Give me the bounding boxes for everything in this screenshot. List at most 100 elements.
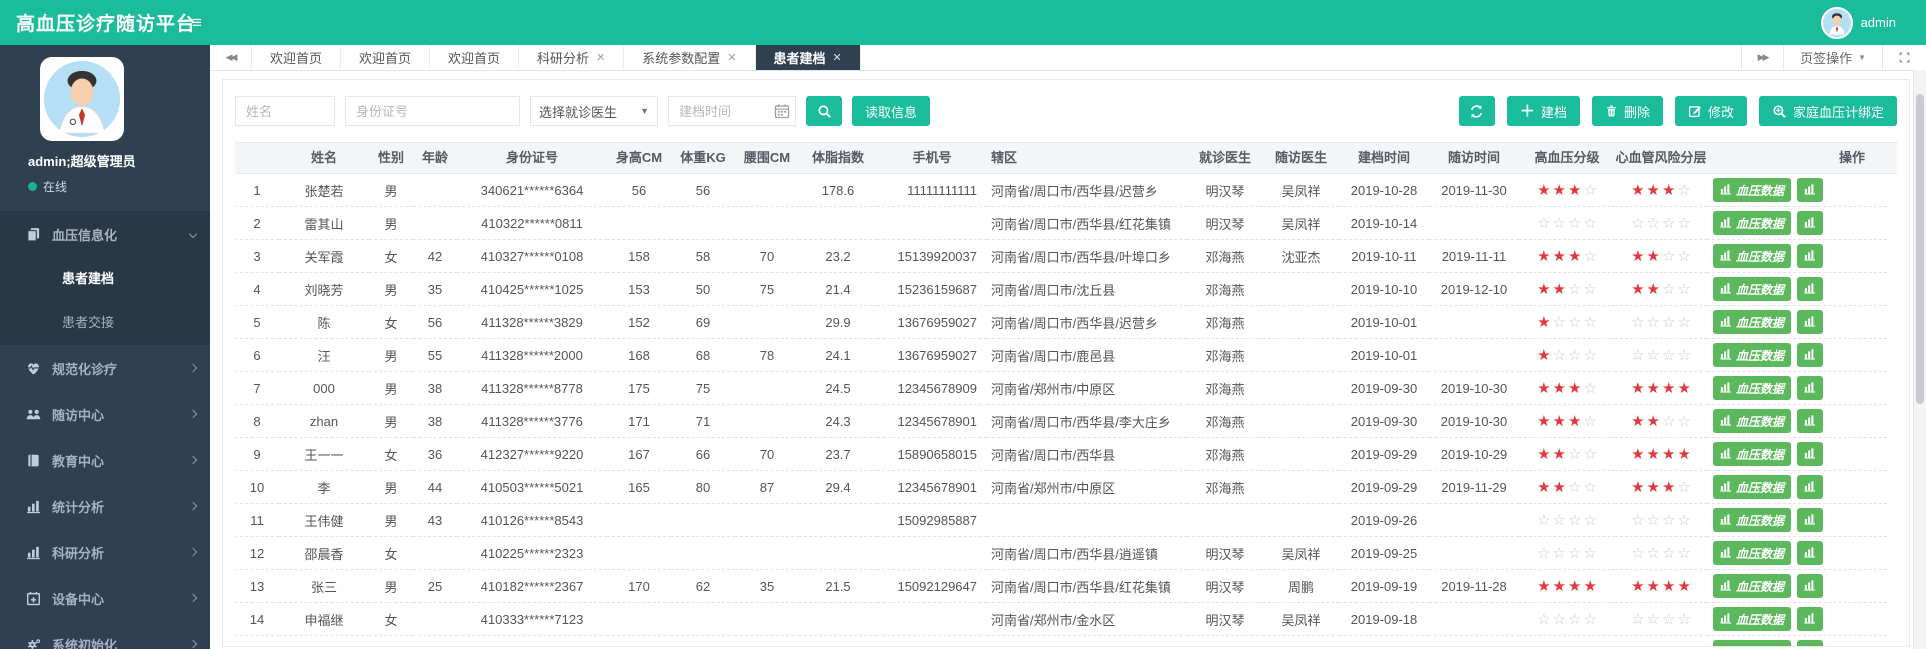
- sidebar-item-device-center[interactable]: 设备中心: [0, 575, 210, 621]
- tab-operations-dropdown[interactable]: 页签操作 ▼: [1783, 45, 1882, 70]
- hypertension-grade-cell: ★★★☆: [1519, 174, 1615, 207]
- bp-data-button[interactable]: 血压数据: [1713, 244, 1791, 268]
- chart-mini-button[interactable]: [1797, 376, 1823, 400]
- bp-data-button[interactable]: 血压数据: [1713, 376, 1791, 400]
- cell: [1263, 306, 1339, 339]
- idcard-filter-input[interactable]: [345, 96, 520, 126]
- cell: 2019-10-14: [1339, 207, 1429, 240]
- star-rating: ★★★★: [1630, 579, 1692, 594]
- scrollbar-thumb[interactable]: [1916, 94, 1924, 404]
- bp-data-button[interactable]: 血压数据: [1713, 475, 1791, 499]
- cell: 2019-11-28: [1429, 570, 1519, 603]
- delete-button[interactable]: 删除: [1592, 96, 1663, 126]
- table-row[interactable]: 10李男44410503******5021165808729.41234567…: [235, 471, 1897, 504]
- table-row[interactable]: 13张三男25410182******2367170623521.5150921…: [235, 570, 1897, 603]
- sidebar-group-education-center: 教育中心: [0, 437, 210, 483]
- bp-data-button[interactable]: 血压数据: [1713, 409, 1791, 433]
- close-icon[interactable]: ✕: [833, 51, 842, 64]
- bp-data-button[interactable]: 血压数据: [1713, 343, 1791, 367]
- tabs-scroll-right-icon[interactable]: ▶▶: [1741, 45, 1783, 70]
- chart-mini-button[interactable]: [1797, 508, 1823, 532]
- create-archive-button[interactable]: ＋ 建档: [1507, 96, 1580, 126]
- header-avatar[interactable]: [1821, 7, 1853, 39]
- vertical-scrollbar[interactable]: [1913, 70, 1926, 649]
- search-icon: [817, 104, 832, 119]
- table-row[interactable]: 11王伟健男43410126******8543150929858872019-…: [235, 504, 1897, 537]
- table-row[interactable]: 15陈玲玲女34410222******5543165504818.415968…: [235, 636, 1897, 647]
- tab-welcome-3[interactable]: 欢迎首页: [430, 45, 519, 70]
- bp-data-button[interactable]: 血压数据: [1713, 508, 1791, 532]
- star-empty-icon: ☆: [1568, 512, 1581, 529]
- chart-mini-button[interactable]: [1797, 442, 1823, 466]
- close-icon[interactable]: ✕: [727, 51, 736, 64]
- bp-data-button[interactable]: 血压数据: [1713, 640, 1791, 647]
- bp-data-button[interactable]: 血压数据: [1713, 211, 1791, 235]
- chart-mini-button[interactable]: [1797, 574, 1823, 598]
- chart-mini-button[interactable]: [1797, 343, 1823, 367]
- doctor-select[interactable]: 选择就诊医生 ▼: [530, 96, 658, 126]
- chart-mini-button[interactable]: [1797, 211, 1823, 235]
- bp-data-button[interactable]: 血压数据: [1713, 541, 1791, 565]
- cell: 女: [369, 603, 413, 636]
- hamburger-menu-icon[interactable]: ≡: [192, 13, 202, 33]
- row-actions-cell: 血压数据: [1707, 570, 1887, 603]
- table-row[interactable]: 1张楚若男340621******63645656178.61111111111…: [235, 174, 1897, 207]
- table-row[interactable]: 12邵晨香女410225******2323河南省/周口市/西华县/逍遥镇明汉琴…: [235, 537, 1897, 570]
- bind-home-bp-monitor-button[interactable]: 家庭血压计绑定: [1759, 96, 1897, 126]
- bp-data-button[interactable]: 血压数据: [1713, 607, 1791, 631]
- sidebar-item-followup-center[interactable]: 随访中心: [0, 391, 210, 437]
- table-row[interactable]: 3关军霞女42410327******0108158587023.2151399…: [235, 240, 1897, 273]
- table-row[interactable]: 14申福继女410333******7123河南省/郑州市/金水区明汉琴吴凤祥2…: [235, 603, 1897, 636]
- bp-data-button[interactable]: 血压数据: [1713, 442, 1791, 466]
- tabs-scroll-left-icon[interactable]: ◀◀: [210, 45, 252, 70]
- table-row[interactable]: 9王一一女36412327******9220167667023.7158906…: [235, 438, 1897, 471]
- chart-mini-button[interactable]: [1797, 607, 1823, 631]
- tab-welcome-2[interactable]: 欢迎首页: [341, 45, 430, 70]
- sidebar-subitem-patient-archive[interactable]: 患者建档: [0, 257, 210, 301]
- sidebar-item-research-analysis[interactable]: 科研分析: [0, 529, 210, 575]
- table-row[interactable]: 4刘晓芳男35410425******1025153507521.4152361…: [235, 273, 1897, 306]
- sidebar-item-system-init[interactable]: 系统初始化: [0, 621, 210, 649]
- bp-data-button[interactable]: 血压数据: [1713, 178, 1791, 202]
- table-row[interactable]: 8zhan男38411328******37761717124.31234567…: [235, 405, 1897, 438]
- table-row[interactable]: 5陈女56411328******38291526929.91367695902…: [235, 306, 1897, 339]
- edit-button[interactable]: 修改: [1675, 96, 1747, 126]
- bp-data-button[interactable]: 血压数据: [1713, 310, 1791, 334]
- chart-mini-button[interactable]: [1797, 409, 1823, 433]
- search-button[interactable]: [806, 96, 842, 126]
- close-icon[interactable]: ✕: [596, 51, 605, 64]
- sidebar-item-bp-info[interactable]: 血压信息化: [0, 211, 210, 257]
- star-filled-icon: ★: [1647, 479, 1660, 496]
- bp-data-button[interactable]: 血压数据: [1713, 574, 1791, 598]
- star-empty-icon: ☆: [1568, 281, 1581, 298]
- chart-mini-button[interactable]: [1797, 475, 1823, 499]
- tab-patient-archive[interactable]: 患者建档✕: [756, 45, 861, 70]
- read-info-button[interactable]: 读取信息: [852, 96, 930, 126]
- sidebar-subitem-patient-handover[interactable]: 患者交接: [0, 301, 210, 345]
- sidebar-item-education-center[interactable]: 教育中心: [0, 437, 210, 483]
- name-filter-input[interactable]: [235, 96, 335, 126]
- tab-research-analysis[interactable]: 科研分析✕: [519, 45, 624, 70]
- table-row[interactable]: 7000男38411328******87781757524.512345678…: [235, 372, 1897, 405]
- bp-data-button[interactable]: 血压数据: [1713, 277, 1791, 301]
- chart-mini-button[interactable]: [1797, 310, 1823, 334]
- chart-mini-button[interactable]: [1797, 541, 1823, 565]
- table-row[interactable]: 6汪男55411328******2000168687824.113676959…: [235, 339, 1897, 372]
- refresh-button[interactable]: [1459, 96, 1495, 126]
- fullscreen-icon[interactable]: [1882, 45, 1926, 70]
- sidebar-item-stats-analysis[interactable]: 统计分析: [0, 483, 210, 529]
- profile-avatar[interactable]: [40, 57, 124, 141]
- table-row[interactable]: 2雷其山男410322******0811河南省/周口市/西华县/红花集镇明汉琴…: [235, 207, 1897, 240]
- chart-mini-button[interactable]: [1797, 640, 1823, 647]
- tab-welcome-1[interactable]: 欢迎首页: [252, 45, 341, 70]
- sidebar-item-standard-care[interactable]: 规范化诊疗: [0, 345, 210, 391]
- row-actions-cell: 血压数据: [1707, 372, 1887, 405]
- column-header: 体重KG: [671, 143, 735, 173]
- tab-system-params[interactable]: 系统参数配置✕: [624, 45, 755, 70]
- column-header: 辖区: [987, 143, 1187, 173]
- calendar-icon[interactable]: [774, 103, 790, 124]
- chart-mini-button[interactable]: [1797, 244, 1823, 268]
- chart-mini-button[interactable]: [1797, 178, 1823, 202]
- star-empty-icon: ☆: [1583, 248, 1596, 265]
- chart-mini-button[interactable]: [1797, 277, 1823, 301]
